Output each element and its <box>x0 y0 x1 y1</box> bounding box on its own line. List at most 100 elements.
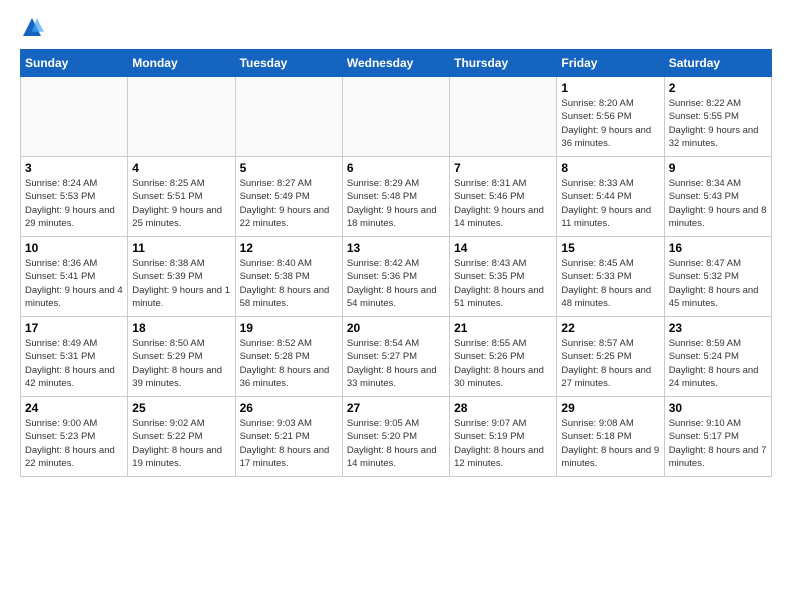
day-info: Sunrise: 8:38 AM Sunset: 5:39 PM Dayligh… <box>132 257 230 310</box>
calendar-cell: 25 Sunrise: 9:02 AM Sunset: 5:22 PM Dayli… <box>128 397 235 477</box>
calendar-cell: 7 Sunrise: 8:31 AM Sunset: 5:46 PM Daylig… <box>450 157 557 237</box>
day-number: 8 <box>561 161 659 175</box>
day-number: 4 <box>132 161 230 175</box>
calendar-week-2: 3 Sunrise: 8:24 AM Sunset: 5:53 PM Daylig… <box>21 157 772 237</box>
calendar-cell: 20 Sunrise: 8:54 AM Sunset: 5:27 PM Dayli… <box>342 317 449 397</box>
calendar-cell <box>450 77 557 157</box>
calendar-table: SundayMondayTuesdayWednesdayThursdayFrid… <box>20 49 772 477</box>
day-info: Sunrise: 8:22 AM Sunset: 5:55 PM Dayligh… <box>669 97 767 150</box>
day-info: Sunrise: 8:25 AM Sunset: 5:51 PM Dayligh… <box>132 177 230 230</box>
calendar-week-3: 10 Sunrise: 8:36 AM Sunset: 5:41 PM Dayli… <box>21 237 772 317</box>
day-info: Sunrise: 8:20 AM Sunset: 5:56 PM Dayligh… <box>561 97 659 150</box>
calendar-cell: 9 Sunrise: 8:34 AM Sunset: 5:43 PM Daylig… <box>664 157 771 237</box>
day-number: 25 <box>132 401 230 415</box>
calendar-cell: 22 Sunrise: 8:57 AM Sunset: 5:25 PM Dayli… <box>557 317 664 397</box>
day-header-friday: Friday <box>557 50 664 77</box>
day-info: Sunrise: 8:50 AM Sunset: 5:29 PM Dayligh… <box>132 337 230 390</box>
calendar-week-4: 17 Sunrise: 8:49 AM Sunset: 5:31 PM Dayli… <box>21 317 772 397</box>
day-number: 12 <box>240 241 338 255</box>
day-header-sunday: Sunday <box>21 50 128 77</box>
day-header-tuesday: Tuesday <box>235 50 342 77</box>
day-info: Sunrise: 8:36 AM Sunset: 5:41 PM Dayligh… <box>25 257 123 310</box>
calendar-cell: 5 Sunrise: 8:27 AM Sunset: 5:49 PM Daylig… <box>235 157 342 237</box>
day-header-wednesday: Wednesday <box>342 50 449 77</box>
day-number: 1 <box>561 81 659 95</box>
day-number: 2 <box>669 81 767 95</box>
day-info: Sunrise: 8:29 AM Sunset: 5:48 PM Dayligh… <box>347 177 445 230</box>
day-info: Sunrise: 8:54 AM Sunset: 5:27 PM Dayligh… <box>347 337 445 390</box>
calendar-cell: 14 Sunrise: 8:43 AM Sunset: 5:35 PM Dayli… <box>450 237 557 317</box>
day-number: 13 <box>347 241 445 255</box>
day-number: 15 <box>561 241 659 255</box>
day-number: 6 <box>347 161 445 175</box>
day-info: Sunrise: 8:57 AM Sunset: 5:25 PM Dayligh… <box>561 337 659 390</box>
day-info: Sunrise: 8:31 AM Sunset: 5:46 PM Dayligh… <box>454 177 552 230</box>
calendar-cell <box>235 77 342 157</box>
calendar-cell: 3 Sunrise: 8:24 AM Sunset: 5:53 PM Daylig… <box>21 157 128 237</box>
day-number: 7 <box>454 161 552 175</box>
calendar-cell: 13 Sunrise: 8:42 AM Sunset: 5:36 PM Dayli… <box>342 237 449 317</box>
day-info: Sunrise: 8:34 AM Sunset: 5:43 PM Dayligh… <box>669 177 767 230</box>
day-info: Sunrise: 9:02 AM Sunset: 5:22 PM Dayligh… <box>132 417 230 470</box>
calendar-cell <box>21 77 128 157</box>
day-info: Sunrise: 8:27 AM Sunset: 5:49 PM Dayligh… <box>240 177 338 230</box>
day-info: Sunrise: 8:33 AM Sunset: 5:44 PM Dayligh… <box>561 177 659 230</box>
calendar-cell <box>128 77 235 157</box>
day-number: 24 <box>25 401 123 415</box>
day-info: Sunrise: 8:24 AM Sunset: 5:53 PM Dayligh… <box>25 177 123 230</box>
calendar-cell: 30Sunrise: 9:10 AM Sunset: 5:17 PM Dayli… <box>664 397 771 477</box>
day-number: 26 <box>240 401 338 415</box>
calendar-cell: 8 Sunrise: 8:33 AM Sunset: 5:44 PM Daylig… <box>557 157 664 237</box>
day-number: 9 <box>669 161 767 175</box>
day-number: 27 <box>347 401 445 415</box>
day-header-monday: Monday <box>128 50 235 77</box>
calendar-cell: 27Sunrise: 9:05 AM Sunset: 5:20 PM Dayli… <box>342 397 449 477</box>
calendar-cell: 2 Sunrise: 8:22 AM Sunset: 5:55 PM Daylig… <box>664 77 771 157</box>
calendar-header-row: SundayMondayTuesdayWednesdayThursdayFrid… <box>21 50 772 77</box>
calendar-cell: 29 Sunrise: 9:08 AM Sunset: 5:18 PM Dayli… <box>557 397 664 477</box>
calendar-cell: 15 Sunrise: 8:45 AM Sunset: 5:33 PM Dayli… <box>557 237 664 317</box>
day-number: 17 <box>25 321 123 335</box>
calendar-cell: 12 Sunrise: 8:40 AM Sunset: 5:38 PM Dayli… <box>235 237 342 317</box>
calendar-week-1: 1 Sunrise: 8:20 AM Sunset: 5:56 PM Daylig… <box>21 77 772 157</box>
header <box>0 0 792 49</box>
day-number: 28 <box>454 401 552 415</box>
calendar-cell: 18 Sunrise: 8:50 AM Sunset: 5:29 PM Dayli… <box>128 317 235 397</box>
day-number: 16 <box>669 241 767 255</box>
calendar-cell: 23Sunrise: 8:59 AM Sunset: 5:24 PM Dayli… <box>664 317 771 397</box>
day-info: Sunrise: 8:40 AM Sunset: 5:38 PM Dayligh… <box>240 257 338 310</box>
day-info: Sunrise: 8:42 AM Sunset: 5:36 PM Dayligh… <box>347 257 445 310</box>
calendar-cell: 21Sunrise: 8:55 AM Sunset: 5:26 PM Dayli… <box>450 317 557 397</box>
calendar-cell: 1 Sunrise: 8:20 AM Sunset: 5:56 PM Daylig… <box>557 77 664 157</box>
day-number: 29 <box>561 401 659 415</box>
day-number: 10 <box>25 241 123 255</box>
day-info: Sunrise: 8:49 AM Sunset: 5:31 PM Dayligh… <box>25 337 123 390</box>
day-number: 19 <box>240 321 338 335</box>
day-info: Sunrise: 9:08 AM Sunset: 5:18 PM Dayligh… <box>561 417 659 470</box>
day-number: 5 <box>240 161 338 175</box>
logo-icon <box>20 15 44 39</box>
calendar-cell: 11 Sunrise: 8:38 AM Sunset: 5:39 PM Dayli… <box>128 237 235 317</box>
day-info: Sunrise: 8:43 AM Sunset: 5:35 PM Dayligh… <box>454 257 552 310</box>
calendar-cell: 24 Sunrise: 9:00 AM Sunset: 5:23 PM Dayli… <box>21 397 128 477</box>
day-info: Sunrise: 8:45 AM Sunset: 5:33 PM Dayligh… <box>561 257 659 310</box>
day-header-thursday: Thursday <box>450 50 557 77</box>
calendar-week-5: 24 Sunrise: 9:00 AM Sunset: 5:23 PM Dayli… <box>21 397 772 477</box>
day-info: Sunrise: 9:07 AM Sunset: 5:19 PM Dayligh… <box>454 417 552 470</box>
day-number: 3 <box>25 161 123 175</box>
day-number: 14 <box>454 241 552 255</box>
day-number: 11 <box>132 241 230 255</box>
day-number: 20 <box>347 321 445 335</box>
day-info: Sunrise: 9:03 AM Sunset: 5:21 PM Dayligh… <box>240 417 338 470</box>
day-info: Sunrise: 9:00 AM Sunset: 5:23 PM Dayligh… <box>25 417 123 470</box>
calendar-cell: 28 Sunrise: 9:07 AM Sunset: 5:19 PM Dayli… <box>450 397 557 477</box>
day-number: 21 <box>454 321 552 335</box>
calendar-wrapper: SundayMondayTuesdayWednesdayThursdayFrid… <box>0 49 792 477</box>
day-number: 18 <box>132 321 230 335</box>
logo[interactable] <box>20 15 48 39</box>
day-header-saturday: Saturday <box>664 50 771 77</box>
calendar-cell: 4 Sunrise: 8:25 AM Sunset: 5:51 PM Daylig… <box>128 157 235 237</box>
day-number: 22 <box>561 321 659 335</box>
calendar-cell <box>342 77 449 157</box>
calendar-cell: 17 Sunrise: 8:49 AM Sunset: 5:31 PM Dayli… <box>21 317 128 397</box>
